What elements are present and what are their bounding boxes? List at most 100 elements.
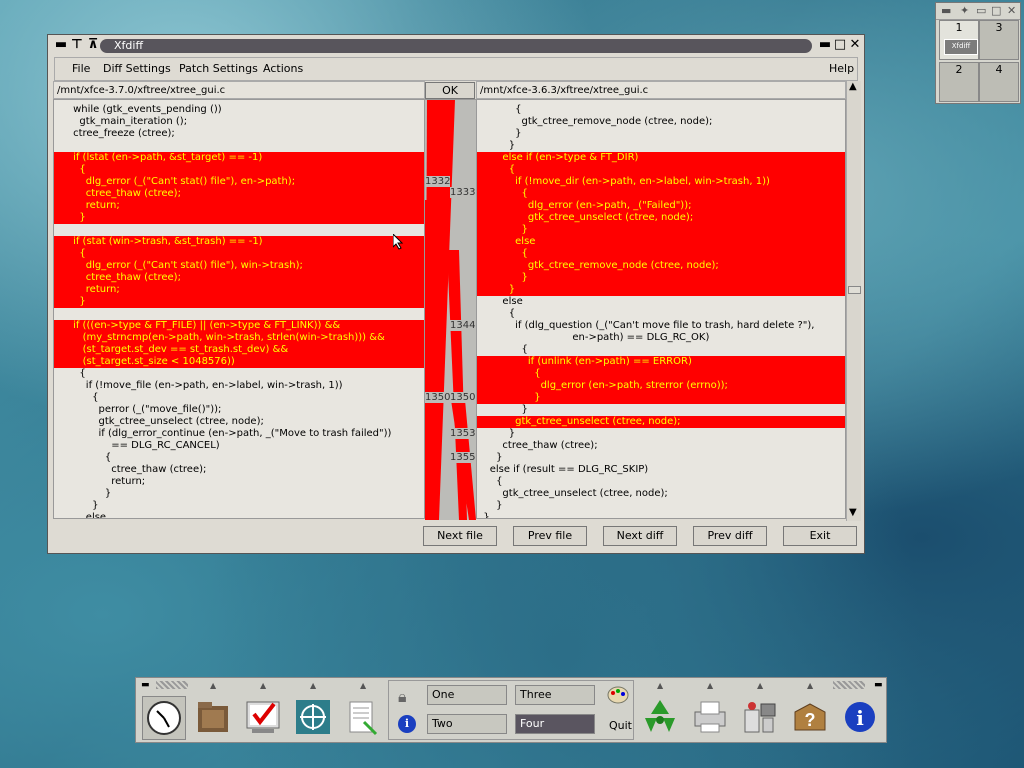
panel-menu-icon[interactable]: ▬ xyxy=(141,680,150,690)
pager-workspace-1[interactable]: 1 Xfdiff xyxy=(939,20,979,60)
close-icon[interactable]: ✕ xyxy=(848,38,862,52)
next-diff-button[interactable]: Next diff xyxy=(603,526,677,546)
code-line: } xyxy=(477,404,528,415)
code-line: (st_target.st_dev == st_trash.st_dev) && xyxy=(54,344,424,356)
workspace-pager[interactable]: ▬ ✦ ▭ □ ✕ 1 Xfdiff 3 2 4 xyxy=(935,2,1021,104)
pager-minimize-icon[interactable]: ▬ xyxy=(941,4,951,17)
help-icon[interactable]: ? xyxy=(789,696,831,738)
printer-icon[interactable] xyxy=(689,696,731,738)
xfdiff-window: ▬ ⊤ ⊼ Xfdiff ▬ □ ✕ File Diff Settings Pa… xyxy=(47,34,865,554)
minimize-icon[interactable]: ▬ xyxy=(818,38,832,52)
code-line: } xyxy=(477,128,522,139)
code-line: ctree_thaw (ctree); xyxy=(54,464,207,475)
left-code-pane[interactable]: while (gtk_events_pending ()) gtk_main_i… xyxy=(53,99,425,519)
code-line: { xyxy=(54,452,112,463)
panel-grip-right[interactable] xyxy=(833,681,865,689)
right-line-number: 1333 xyxy=(450,187,476,198)
menu-diff-settings[interactable]: Diff Settings xyxy=(103,62,171,75)
launcher-arrow-up-icon[interactable]: ▲ xyxy=(657,681,663,690)
recycle-icon[interactable] xyxy=(639,696,681,738)
ok-button[interactable]: OK xyxy=(425,82,475,99)
code-line: { xyxy=(477,344,528,355)
pager-shade-icon[interactable]: ▭ xyxy=(976,4,986,17)
notepad-icon[interactable] xyxy=(342,696,384,738)
launcher-arrow-up-icon[interactable]: ▲ xyxy=(260,681,266,690)
code-line: perror (_("move_file()")); xyxy=(54,404,222,415)
code-line: dlg_error (en->path, strerror (errno)); xyxy=(477,380,845,392)
code-line: return; xyxy=(54,284,424,296)
code-line: } xyxy=(477,284,845,296)
info-icon[interactable]: i xyxy=(839,696,881,738)
right-line-number: 1344 xyxy=(450,320,476,331)
pager-mini-window[interactable]: Xfdiff xyxy=(944,39,978,55)
quit-button[interactable]: Quit xyxy=(609,719,632,732)
code-line: dlg_error (_("Can't stat() file"), en->p… xyxy=(54,176,424,188)
workspace-button-three[interactable]: Three xyxy=(515,685,595,705)
exit-button[interactable]: Exit xyxy=(783,526,857,546)
workspace-switcher: 🔒︎ i One Three Two Four Quit xyxy=(388,680,634,740)
right-line-number: 1353 xyxy=(450,428,476,439)
launcher-arrow-up-icon[interactable]: ▲ xyxy=(360,681,366,690)
editor-icon[interactable] xyxy=(242,696,284,738)
maximize-icon[interactable]: □ xyxy=(833,38,847,52)
right-line-number: 1355 xyxy=(450,452,476,463)
prev-diff-button[interactable]: Prev diff xyxy=(693,526,767,546)
file-manager-icon[interactable] xyxy=(192,696,234,738)
pager-close-icon[interactable]: ✕ xyxy=(1007,4,1016,17)
stick-icon[interactable]: ⊤ xyxy=(70,38,84,52)
menu-help[interactable]: Help xyxy=(829,62,854,75)
window-titlebar[interactable]: ▬ ⊤ ⊼ Xfdiff ▬ □ ✕ xyxy=(48,35,864,57)
code-line: } xyxy=(477,512,490,519)
workspace-button-four[interactable]: Four xyxy=(515,714,595,734)
pager-workspace-4[interactable]: 4 xyxy=(979,62,1019,102)
code-line: if (((en->type & FT_FILE) || (en->type &… xyxy=(54,320,424,332)
right-code-pane[interactable]: { gtk_ctree_remove_node (ctree, node); }… xyxy=(476,99,846,519)
launcher-arrow-up-icon[interactable]: ▲ xyxy=(757,681,763,690)
menu-patch-settings[interactable]: Patch Settings xyxy=(179,62,258,75)
code-line: } xyxy=(54,296,424,308)
workspace-number: 2 xyxy=(955,63,963,76)
code-line: (st_target.st_size < 1048576)) xyxy=(54,356,424,368)
shade-icon[interactable]: ⊼ xyxy=(86,38,100,52)
info-small-icon[interactable]: i xyxy=(398,715,416,733)
pager-stick-icon[interactable]: ✦ xyxy=(960,4,969,17)
window-title: Xfdiff xyxy=(100,39,812,53)
menu-actions[interactable]: Actions xyxy=(263,62,303,75)
scroll-up-icon[interactable]: ▲ xyxy=(849,81,857,92)
panel-grip-left[interactable] xyxy=(156,681,188,689)
right-file-path: /mnt/xfce-3.6.3/xftree/xtree_gui.c xyxy=(476,81,846,99)
code-line: { xyxy=(477,308,516,319)
code-line: ctree_thaw (ctree); xyxy=(54,272,424,284)
launcher-arrow-up-icon[interactable]: ▲ xyxy=(707,681,713,690)
code-line: { xyxy=(54,164,424,176)
lock-icon[interactable]: 🔒︎ xyxy=(398,687,407,707)
code-line: if (lstat (en->path, &st_target) == -1) xyxy=(54,152,424,164)
terminal-icon[interactable] xyxy=(292,696,334,738)
scrollbar-thumb[interactable] xyxy=(848,286,861,294)
settings-icon[interactable] xyxy=(739,696,781,738)
launcher-arrow-up-icon[interactable]: ▲ xyxy=(807,681,813,690)
code-line: } xyxy=(477,500,503,511)
pager-workspace-2[interactable]: 2 xyxy=(939,62,979,102)
menu-file[interactable]: File xyxy=(72,62,90,75)
code-line: ctree_thaw (ctree); xyxy=(54,188,424,200)
workspace-button-one[interactable]: One xyxy=(427,685,507,705)
code-line: } xyxy=(54,212,424,224)
pager-maximize-icon[interactable]: □ xyxy=(991,4,1001,17)
clock-icon[interactable] xyxy=(142,696,186,740)
panel-menu-right-icon[interactable]: ▬ xyxy=(874,680,883,690)
launcher-arrow-up-icon[interactable]: ▲ xyxy=(310,681,316,690)
launcher-arrow-up-icon[interactable]: ▲ xyxy=(210,681,216,690)
prev-file-button[interactable]: Prev file xyxy=(513,526,587,546)
pager-workspace-3[interactable]: 3 xyxy=(979,20,1019,60)
workspace-button-two[interactable]: Two xyxy=(427,714,507,734)
code-line: if (!move_file (en->path, en->label, win… xyxy=(54,380,343,391)
window-menu-icon[interactable]: ▬ xyxy=(54,38,68,52)
scroll-down-icon[interactable]: ▼ xyxy=(849,507,857,518)
next-file-button[interactable]: Next file xyxy=(423,526,497,546)
palette-icon[interactable] xyxy=(607,686,629,707)
vertical-scrollbar[interactable]: ▲ ▼ xyxy=(846,81,861,521)
